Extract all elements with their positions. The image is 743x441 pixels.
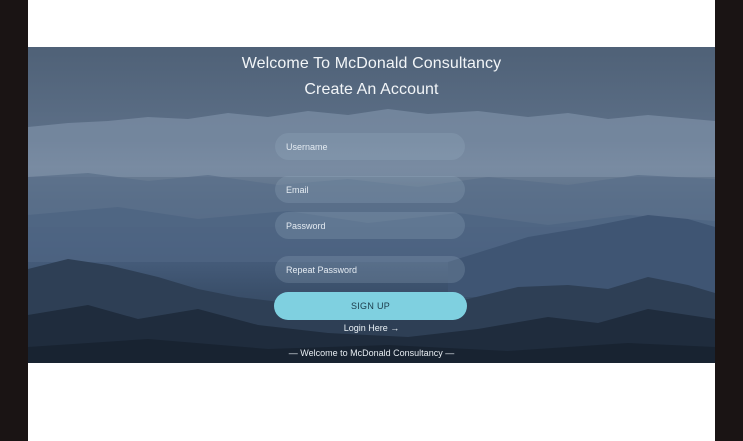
login-link[interactable]: Login Here → <box>28 323 715 333</box>
footer-text: — Welcome to McDonald Consultancy — <box>288 348 455 358</box>
hero-section: Welcome To McDonald Consultancy Create A… <box>28 47 715 363</box>
welcome-heading: Welcome To McDonald Consultancy <box>241 55 502 72</box>
page: Welcome To McDonald Consultancy Create A… <box>28 0 715 441</box>
password-input[interactable] <box>275 212 465 239</box>
repeat-password-input[interactable] <box>275 256 465 283</box>
create-account-heading: Create An Account <box>304 81 439 98</box>
signup-button[interactable]: SIGN UP <box>274 292 467 320</box>
username-input[interactable] <box>275 133 465 160</box>
email-input[interactable] <box>275 176 465 203</box>
